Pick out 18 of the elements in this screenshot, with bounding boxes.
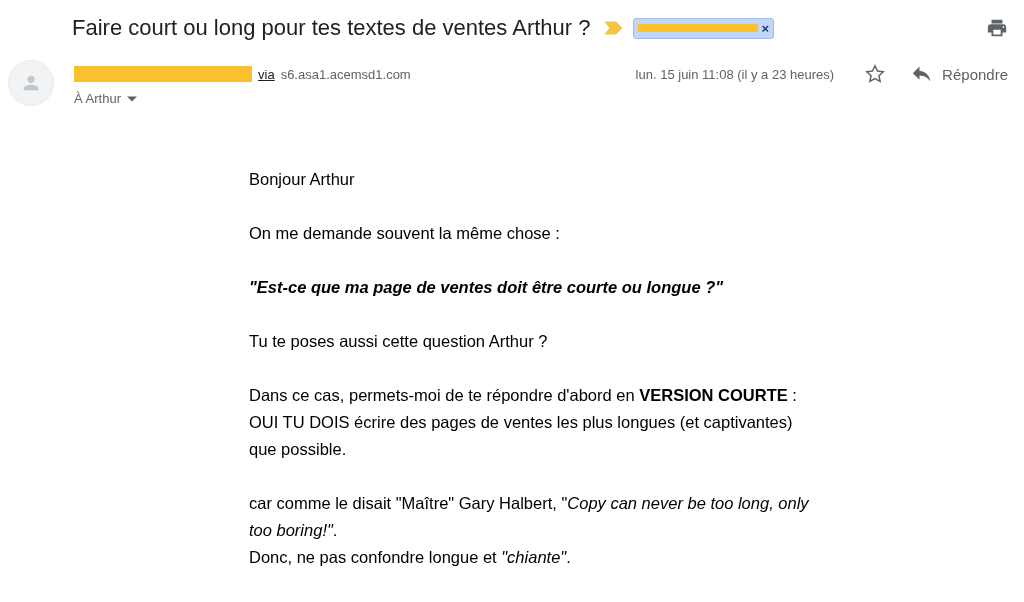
sender-domain: s6.asa1.acemsd1.com xyxy=(280,66,411,82)
caret-icon xyxy=(126,95,137,102)
email-paragraph: Bonjour Arthur xyxy=(249,169,356,190)
via-link[interactable]: via xyxy=(258,66,275,82)
reply-icon xyxy=(912,66,933,82)
star-icon[interactable] xyxy=(864,63,887,85)
print-icon[interactable] xyxy=(986,17,1008,39)
email-paragraph: On me demande souvent la même chose : xyxy=(249,223,561,244)
email-paragraph: car comme le disait "Maître" Gary Halbert, "Copy can never be too long, only too boring!". Donc, ne pas confondre longue et "chiante". xyxy=(249,493,810,568)
email-date: lun. 15 juin 11:08 (il y a 23 heures) xyxy=(635,66,835,82)
email-subject: Faire court ou long pour tes textes de ventes Arthur ? xyxy=(72,15,591,41)
importance-marker-icon[interactable] xyxy=(602,21,623,35)
email-paragraph: Dans ce cas, permets-moi de te répondre d'abord en VERSION COURTE : OUI TU DOIS écrire des pages de ventes les plus longues (et captivantes) que possible. xyxy=(249,385,798,460)
recipient-dropdown[interactable]: À Arthur xyxy=(74,91,1008,106)
reply-button[interactable]: Répondre xyxy=(912,65,1008,83)
email-paragraph: "Est-ce que ma page de ventes doit être courte ou longue ?" xyxy=(249,277,725,298)
email-paragraph: Tu te poses aussi cette question Arthur ? xyxy=(249,331,549,352)
remove-label-button[interactable]: × xyxy=(761,20,770,36)
